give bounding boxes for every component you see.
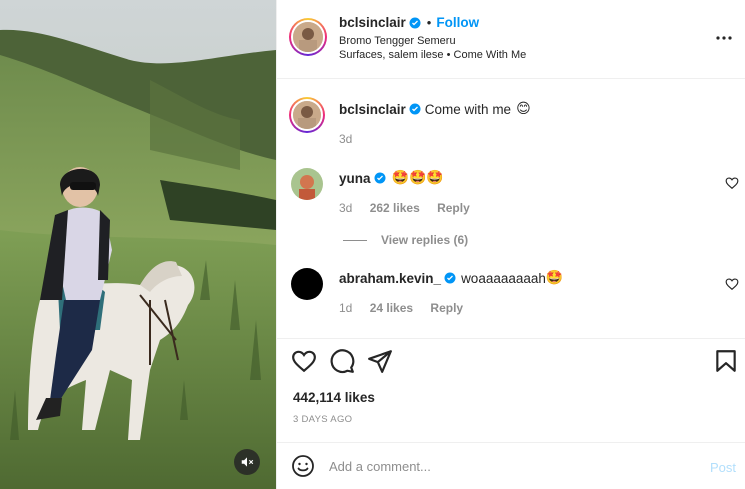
caption-username[interactable]: bclsinclair [339,102,406,117]
heart-icon[interactable] [291,348,317,374]
emoji-icon[interactable] [291,454,315,478]
reply-button[interactable]: Reply [430,301,463,315]
verified-badge-icon [374,172,386,184]
caption-emoji: 😊 [516,101,531,117]
caption-time[interactable]: 3d [339,132,352,146]
comment-2: abraham.kevin_ woaaaaaaaah 🤩 [339,270,563,286]
location-line-2[interactable]: Surfaces, salem ilese • Come With Me [339,49,526,61]
verified-badge-icon [409,103,421,115]
caption-avatar[interactable] [289,97,325,133]
location-line-1[interactable]: Bromo Tengger Semeru [339,35,456,47]
comment-1: yuna 🤩🤩🤩 [339,170,444,186]
caption: bclsinclair Come with me 😊 [339,101,531,117]
separator-dot: • [426,15,432,30]
view-replies-label: View replies (6) [381,233,469,247]
comment-likes[interactable]: 262 likes [370,201,420,215]
likes-count[interactable]: 442,114 likes [293,390,375,405]
post-date[interactable]: 3 DAYS AGO [293,414,352,425]
author-avatar[interactable] [289,18,327,56]
more-options-icon [716,36,732,40]
comment-time[interactable]: 3d [339,201,352,215]
comment-icon[interactable] [329,348,355,374]
follow-button[interactable]: Follow [436,15,479,30]
more-options-button[interactable] [713,27,735,49]
verified-badge-icon [444,272,456,284]
comment-avatar-abraham[interactable] [291,268,323,300]
verified-badge-icon [409,17,421,28]
actions-divider [277,338,745,339]
comment-like-heart-icon[interactable] [725,176,739,190]
share-icon[interactable] [367,348,393,374]
comment-avatar-yuna[interactable] [291,168,323,200]
comment-text: woaaaaaaaah [461,270,546,286]
replies-divider [343,239,367,241]
mute-button[interactable] [234,449,260,475]
comment-1-meta: 3d 262 likes Reply [339,201,484,215]
bookmark-icon[interactable] [713,348,739,374]
comment-text: 🤩🤩🤩 [391,170,444,186]
comment-composer: Post [277,442,745,489]
video-frame [0,0,276,489]
author-username[interactable]: bclsinclair [339,15,406,30]
comment-time[interactable]: 1d [339,301,352,315]
comment-input[interactable] [329,454,669,478]
comment-2-meta: 1d 24 likes Reply [339,301,477,315]
caption-text: Come with me [424,101,512,117]
post-button[interactable]: Post [710,460,736,475]
comment-username[interactable]: yuna [339,171,371,186]
post-header: bclsinclair • Follow Bromo Tengger Semer… [277,0,745,79]
comment-username[interactable]: abraham.kevin_ [339,271,441,286]
post-details-panel: bclsinclair • Follow Bromo Tengger Semer… [276,0,745,489]
muted-speaker-icon [241,457,254,467]
comment-emoji: 🤩 [545,270,564,286]
comment-like-heart-icon[interactable] [725,277,739,291]
reply-button[interactable]: Reply [437,201,470,215]
comment-likes[interactable]: 24 likes [370,301,413,315]
post-video[interactable] [0,0,276,489]
view-replies-button[interactable]: View replies (6) [343,233,468,247]
